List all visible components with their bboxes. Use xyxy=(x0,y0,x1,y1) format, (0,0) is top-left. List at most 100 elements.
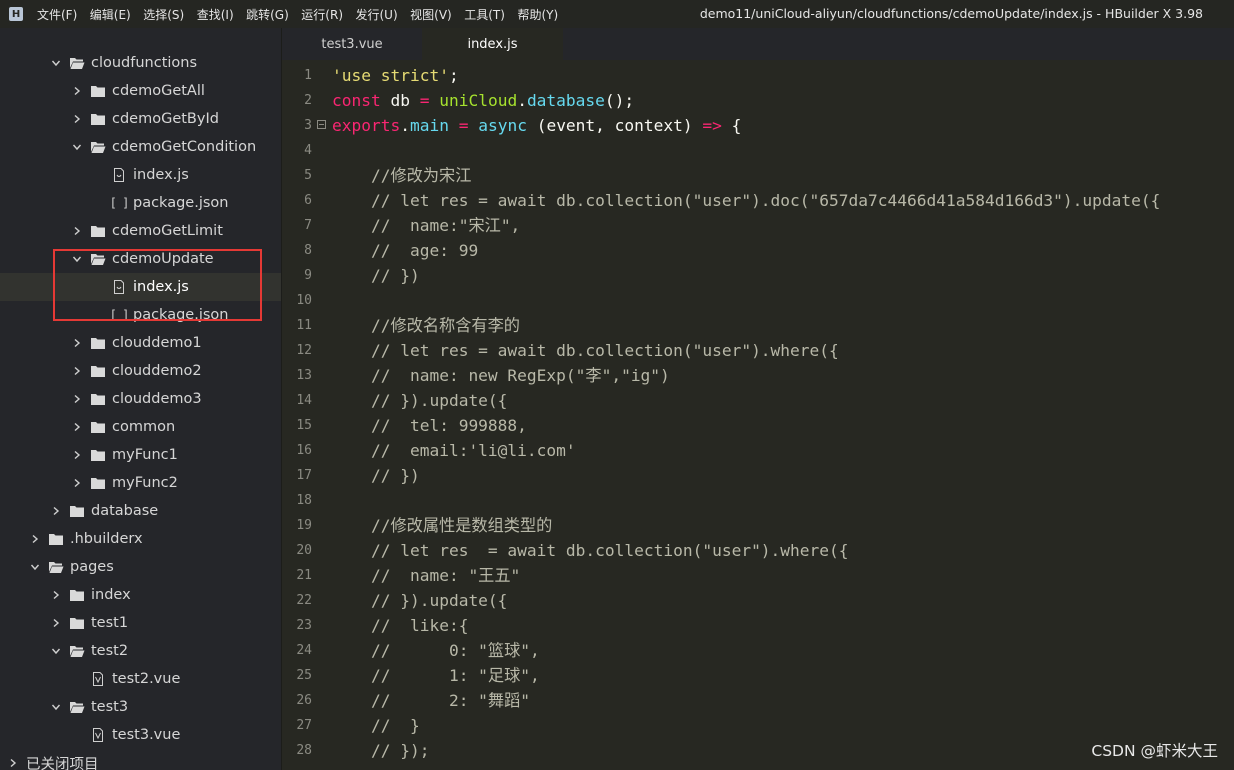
tree-folder[interactable]: clouddemo3 xyxy=(0,385,281,413)
tree-item-label: clouddemo1 xyxy=(112,335,202,351)
chevron-down-icon[interactable] xyxy=(51,702,61,712)
chevron-right-icon[interactable] xyxy=(72,338,82,348)
folder-icon xyxy=(90,84,106,98)
code-token: 'use strict' xyxy=(332,66,449,85)
menu-item[interactable]: 运行(R) xyxy=(301,6,343,23)
folder-open-icon xyxy=(90,252,106,266)
tree-folder[interactable]: test2 xyxy=(0,637,281,665)
menu-item[interactable]: 发行(U) xyxy=(356,6,398,23)
fold-toggle-icon[interactable] xyxy=(317,120,326,129)
chevron-down-icon[interactable] xyxy=(30,562,40,572)
tree-folder[interactable]: cdemoGetById xyxy=(0,105,281,133)
code-text: // email:'li@li.com' xyxy=(332,438,576,463)
tree-folder[interactable]: test3 xyxy=(0,693,281,721)
code-token: // }).update({ xyxy=(332,391,508,410)
menu-item[interactable]: 编辑(E) xyxy=(90,6,131,23)
code-line: 20 // let res = await db.collection("use… xyxy=(282,538,1234,563)
tree-folder[interactable]: .hbuilderx xyxy=(0,525,281,553)
tree-file[interactable]: [ ] package.json xyxy=(0,301,281,329)
tree-folder[interactable]: common xyxy=(0,413,281,441)
chevron-right-icon[interactable] xyxy=(72,394,82,404)
code-token: // name:"宋江", xyxy=(332,216,521,235)
code-text: // let res = await db.collection("user")… xyxy=(332,188,1160,213)
chevron-right-icon[interactable] xyxy=(72,86,82,96)
menu-item[interactable]: 帮助(Y) xyxy=(517,6,558,23)
code-token: . xyxy=(400,116,410,135)
tree-file[interactable]: index.js xyxy=(0,273,281,301)
menu-item[interactable]: 跳转(G) xyxy=(246,6,289,23)
code-token: // let res = await db.collection("user")… xyxy=(332,191,1161,210)
code-line: 27 // } xyxy=(282,713,1234,738)
tree-folder[interactable]: myFunc2 xyxy=(0,469,281,497)
tree-file[interactable]: test2.vue xyxy=(0,665,281,693)
line-number: 28 xyxy=(296,743,312,758)
tree-item-label: cloudfunctions xyxy=(91,55,198,71)
line-number: 25 xyxy=(296,668,312,683)
tree-folder[interactable]: clouddemo2 xyxy=(0,357,281,385)
tab-index-js[interactable]: index.js xyxy=(422,28,563,60)
tree-item-label: clouddemo3 xyxy=(112,391,202,407)
chevron-right-icon[interactable] xyxy=(72,478,82,488)
folder-open-icon xyxy=(48,560,64,574)
code-line: 11 //修改名称含有李的 xyxy=(282,313,1234,338)
folder-icon xyxy=(69,616,85,630)
tree-folder[interactable]: cdemoGetCondition xyxy=(0,133,281,161)
chevron-down-icon[interactable] xyxy=(51,646,61,656)
tree-folder[interactable]: test1 xyxy=(0,609,281,637)
tree-file[interactable]: [ ] package.json xyxy=(0,189,281,217)
tree-folder[interactable]: pages xyxy=(0,553,281,581)
chevron-right-icon[interactable] xyxy=(72,366,82,376)
menu-item[interactable]: 文件(F) xyxy=(37,6,77,23)
tree-folder[interactable]: clouddemo1 xyxy=(0,329,281,357)
tree-folder[interactable]: database xyxy=(0,497,281,525)
folder-icon xyxy=(90,224,106,238)
chevron-down-icon[interactable] xyxy=(72,142,82,152)
code-token: // name: "王五" xyxy=(332,566,521,585)
code-line: 6 // let res = await db.collection("user… xyxy=(282,188,1234,213)
tree-folder[interactable]: cloudfunctions xyxy=(0,49,281,77)
tab-test3-vue[interactable]: test3.vue xyxy=(282,28,422,60)
chevron-down-icon[interactable] xyxy=(72,254,82,264)
line-number: 12 xyxy=(296,343,312,358)
chevron-right-icon[interactable] xyxy=(51,590,61,600)
menu-item[interactable]: 工具(T) xyxy=(464,6,505,23)
menu-item[interactable]: 查找(I) xyxy=(197,6,234,23)
tree-folder[interactable]: myFunc1 xyxy=(0,441,281,469)
tree-file[interactable]: index.js xyxy=(0,161,281,189)
code-token: = xyxy=(419,91,430,110)
chevron-right-icon[interactable] xyxy=(8,758,18,768)
chevron-right-icon[interactable] xyxy=(51,506,61,516)
code-text: // name:"宋江", xyxy=(332,213,520,238)
chevron-right-icon[interactable] xyxy=(72,114,82,124)
code-text: // tel: 999888, xyxy=(332,413,527,438)
tree-folder[interactable]: cdemoGetLimit xyxy=(0,217,281,245)
code-line: 1 'use strict'; xyxy=(282,63,1234,88)
chevron-right-icon[interactable] xyxy=(72,450,82,460)
tree-file[interactable]: test3.vue xyxy=(0,721,281,749)
code-line: 19 //修改属性是数组类型的 xyxy=(282,513,1234,538)
menu-item[interactable]: 视图(V) xyxy=(410,6,452,23)
code-line: 18 xyxy=(282,488,1234,513)
chevron-right-icon[interactable] xyxy=(72,422,82,432)
chevron-right-icon[interactable] xyxy=(51,618,61,628)
tree-folder[interactable]: index xyxy=(0,581,281,609)
tree-folder[interactable]: cdemoGetAll xyxy=(0,77,281,105)
code-token: // }) xyxy=(332,266,420,285)
tree-item-label: cdemoGetById xyxy=(112,111,219,127)
tree-item-label: test3.vue xyxy=(112,727,181,743)
chevron-right-icon[interactable] xyxy=(30,534,40,544)
code-token: exports xyxy=(332,116,401,135)
chevron-right-icon[interactable] xyxy=(72,226,82,236)
vue-file-icon xyxy=(90,728,106,742)
tree-item-label: cdemoGetLimit xyxy=(112,223,223,239)
chevron-down-icon[interactable] xyxy=(51,58,61,68)
tree-item-label: index xyxy=(91,587,131,603)
code-line: 4 xyxy=(282,138,1234,163)
tree-section[interactable]: 已关闭项目 xyxy=(0,749,281,770)
code-editor[interactable]: CSDN @虾米大王 1'use strict'; 2 const db = uni… xyxy=(282,60,1234,770)
menu-item[interactable]: 选择(S) xyxy=(143,6,184,23)
tree-folder[interactable]: cdemoUpdate xyxy=(0,245,281,273)
code-text: // }); xyxy=(332,738,430,763)
